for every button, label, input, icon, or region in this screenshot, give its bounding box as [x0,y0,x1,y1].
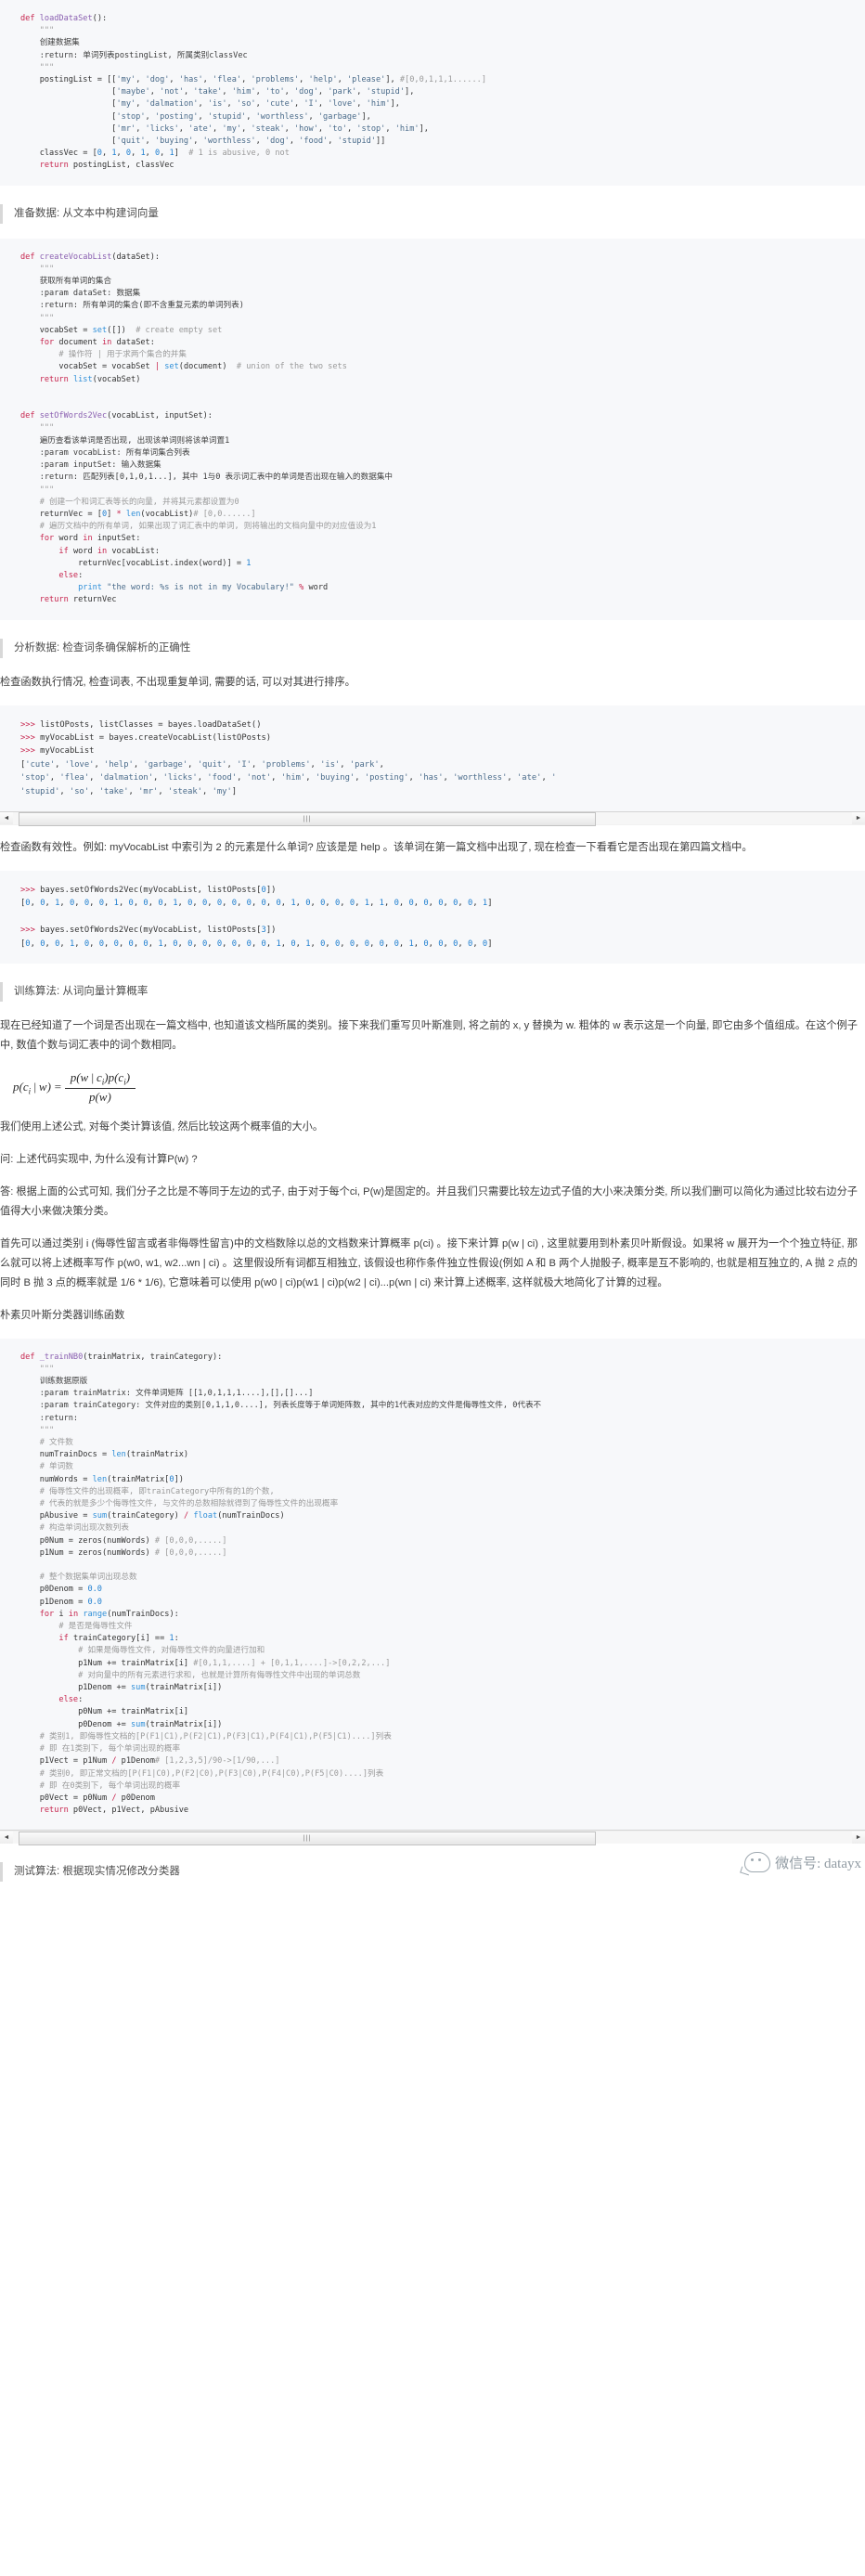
paragraph-question: 问: 上述代码实现中, 为什么没有计算P(w) ? [0,1153,198,1165]
formula-numerator: p(w | ci)p(ci) [64,1070,136,1089]
heading-test-algorithm: 测试算法: 根据现实情况修改分类器 [0,1862,865,1883]
code-block-vocab-and-setofwords: def createVocabList(dataSet): """ 获取所有单词… [0,238,865,620]
scrollbar-track[interactable]: ||| [13,1831,852,1845]
scroll-left-arrow-icon[interactable]: ◄ [0,812,13,825]
code-text-load-dataset: def loadDataSet(): """ 创建数据集 :return: 单词… [20,14,487,171]
code-block-repl-vocab: >>> listOPosts, listClasses = bayes.load… [0,705,865,811]
scroll-right-arrow-icon[interactable]: ► [852,1831,865,1844]
code-block-train-nb0: def _trainNB0(trainMatrix, trainCategory… [0,1338,865,1831]
horizontal-scrollbar-train[interactable]: ◄ ||| ► [0,1830,865,1845]
formula-fraction: p(w | ci)p(ci) p(w) [64,1070,136,1105]
article-page: def loadDataSet(): """ 创建数据集 :return: 单词… [0,0,865,1904]
code-text-create-vocab: def createVocabList(dataSet): """ 获取所有单词… [20,252,394,605]
formula-denominator: p(w) [88,1089,111,1104]
paragraph-train-func-title: 朴素贝叶斯分类器训练函数 [0,1309,125,1321]
brand-text: 微信号: datayx [775,1856,861,1871]
brand-watermark: 微信号: datayx [744,1852,861,1873]
heading-analyze-data: 分析数据: 检查词条确保解析的正确性 [0,638,865,658]
scroll-left-arrow-icon[interactable]: ◄ [0,1831,13,1844]
paragraph-use-formula: 我们使用上述公式, 对每个类计算该值, 然后比较这两个概率值的大小。 [0,1120,324,1133]
scrollbar-thumb[interactable]: ||| [19,812,596,827]
formula-lhs: p(ci | w) [13,1079,51,1096]
paragraph-check-valid: 检查函数有效性。例如: myVocabList 中索引为 2 的元素是什么单词?… [0,841,753,853]
formula-bayes-rule: p(ci | w) = p(w | ci)p(ci) p(w) [13,1070,865,1105]
ghost-mascot-icon [744,1852,771,1873]
paragraph-check-exec: 检查函数执行情况, 检查词表, 不出现重复单词, 需要的话, 可以对其进行排序。 [0,676,355,688]
scrollbar-thumb[interactable]: ||| [19,1831,596,1845]
code-text-repl-setofwords: >>> bayes.setOfWords2Vec(myVocabList, li… [20,885,493,949]
heading-train-algorithm: 训练算法: 从词向量计算概率 [0,982,865,1002]
code-text-train-nb0: def _trainNB0(trainMatrix, trainCategory… [20,1352,542,1816]
heading-prepare-data: 准备数据: 从文本中构建词向量 [0,203,865,224]
scrollbar-track[interactable]: ||| [13,812,852,827]
code-text-repl-vocab: >>> listOPosts, listClasses = bayes.load… [20,719,557,796]
scroll-right-arrow-icon[interactable]: ► [852,812,865,825]
code-block-repl-setofwords: >>> bayes.setOfWords2Vec(myVocabList, li… [0,870,865,964]
horizontal-scrollbar-vocab[interactable]: ◄ ||| ► [0,810,865,827]
paragraph-answer: 答: 根据上面的公式可知, 我们分子之比是不等同于左边的式子, 由于对于每个ci… [0,1185,858,1217]
paragraph-explain-independence: 首先可以通过类别 i (侮辱性留言或者非侮辱性留言)中的文档数除以总的文档数来计… [0,1237,858,1288]
formula-equals: = [53,1080,62,1094]
paragraph-train-intro: 现在已经知道了一个词是否出现在一篇文档中, 也知道该文档所属的类别。接下来我们重… [0,1020,858,1051]
code-block-load-dataset: def loadDataSet(): """ 创建数据集 :return: 单词… [0,0,865,186]
